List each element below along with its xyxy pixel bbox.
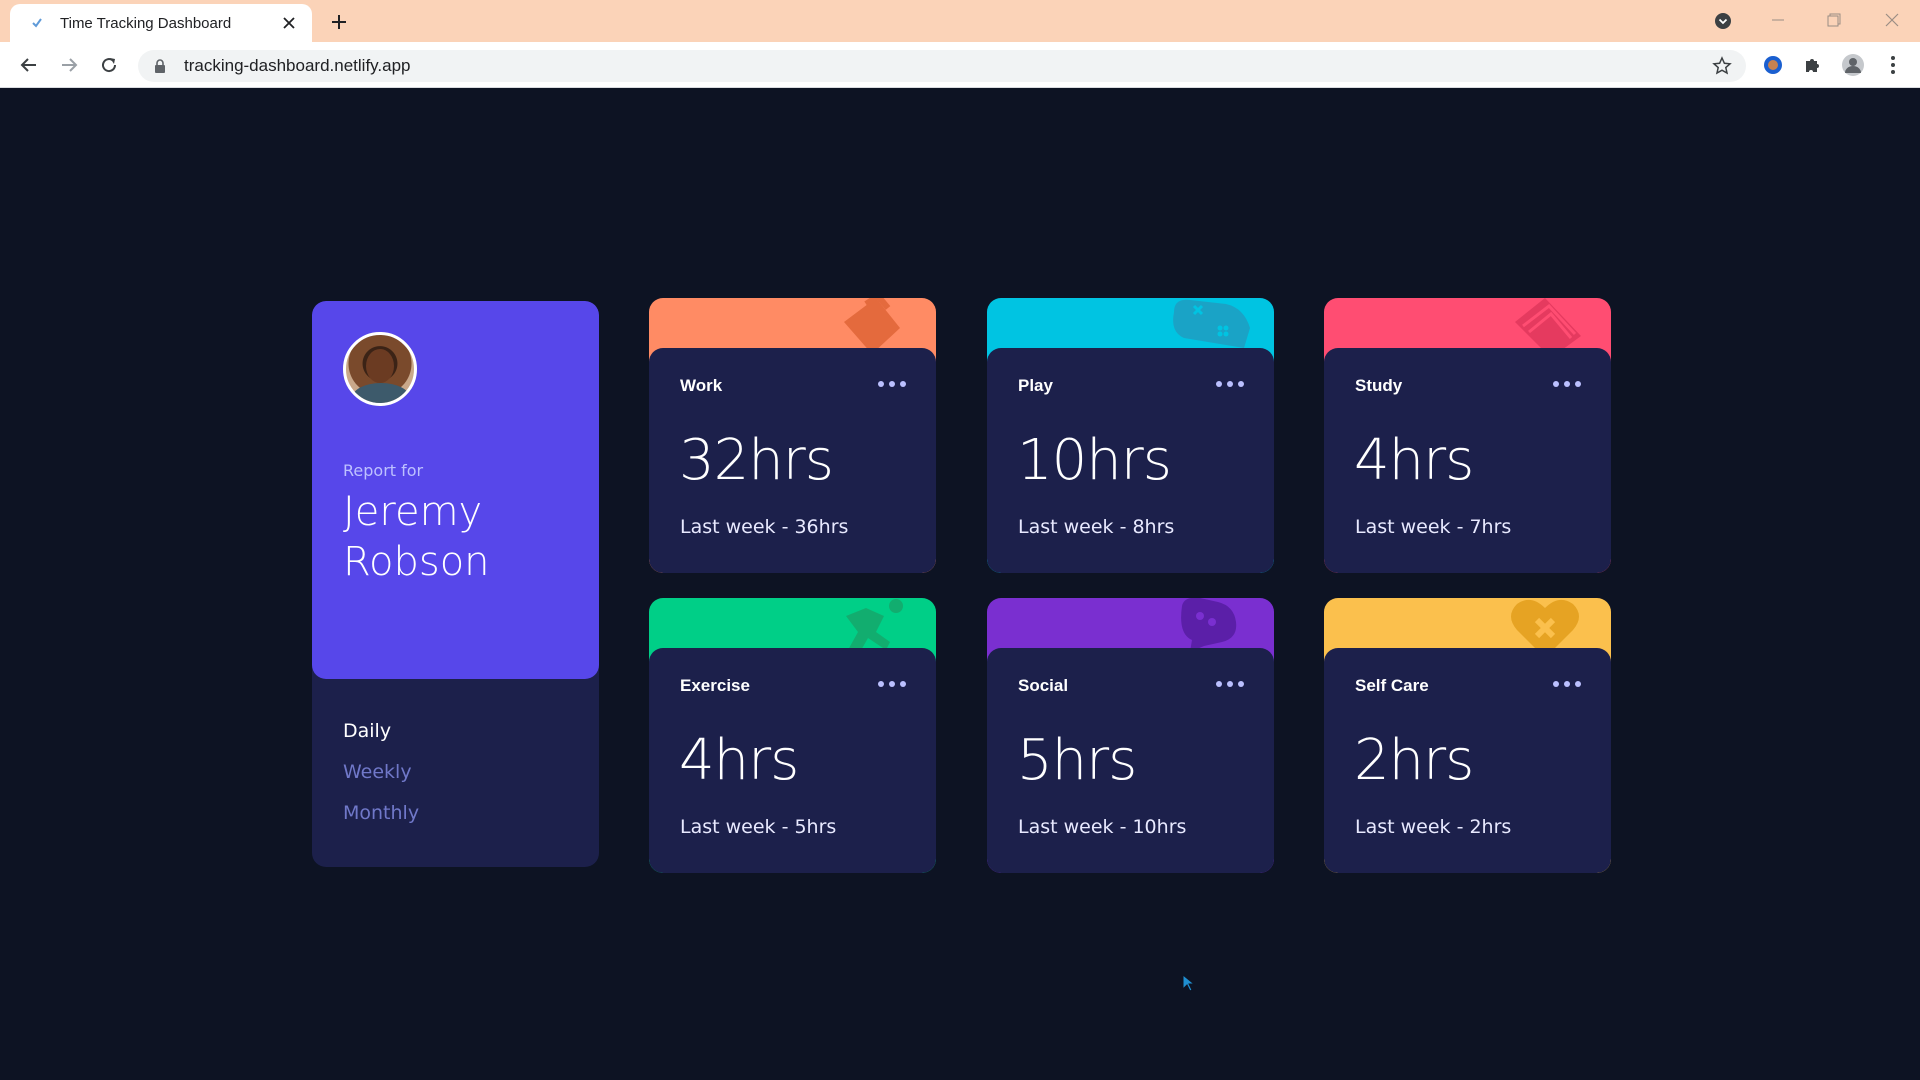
activity-title: Exercise	[680, 676, 750, 695]
activity-current-hours: 10hrs	[1017, 428, 1172, 493]
activity-previous-hours: Last week - 36hrs	[680, 516, 849, 538]
period-selector: Daily Weekly Monthly	[343, 711, 419, 834]
avatar-face	[366, 349, 394, 383]
activity-card-self-care: Self Care 2hrs Last week - 2hrs	[1324, 598, 1611, 873]
avatar-shirt	[352, 383, 410, 403]
extension-globe-icon[interactable]	[1760, 52, 1786, 78]
browser-tab-strip: Time Tracking Dashboard	[0, 0, 1920, 42]
more-options-icon[interactable]	[878, 674, 906, 694]
more-options-icon[interactable]	[1553, 374, 1581, 394]
reload-icon[interactable]	[95, 51, 123, 79]
close-tab-icon[interactable]	[278, 12, 300, 34]
activity-card-body: Social 5hrs Last week - 10hrs	[987, 648, 1274, 873]
browser-menu-icon[interactable]	[1880, 52, 1906, 78]
profile-card: Report for Jeremy Robson Daily Weekly Mo…	[312, 301, 599, 867]
activity-title: Work	[680, 376, 723, 395]
activity-title: Study	[1355, 376, 1403, 395]
more-options-icon[interactable]	[1553, 674, 1581, 694]
restore-icon[interactable]	[1814, 6, 1854, 34]
activity-title: Self Care	[1355, 676, 1429, 695]
forward-icon[interactable]	[55, 51, 83, 79]
period-weekly[interactable]: Weekly	[343, 752, 419, 793]
activity-current-hours: 5hrs	[1017, 728, 1137, 793]
more-options-icon[interactable]	[1216, 674, 1244, 694]
activity-previous-hours: Last week - 7hrs	[1355, 516, 1512, 538]
activity-previous-hours: Last week - 2hrs	[1355, 816, 1512, 838]
activity-title: Social	[1018, 676, 1069, 695]
activity-card-study: Study 4hrs Last week - 7hrs	[1324, 298, 1611, 573]
activity-card-body: Work 32hrs Last week - 36hrs	[649, 348, 936, 573]
lock-icon	[152, 58, 168, 74]
more-options-icon[interactable]	[1216, 374, 1244, 394]
tab-search-icon[interactable]	[1712, 10, 1734, 32]
dashboard-page: Report for Jeremy Robson Daily Weekly Mo…	[0, 89, 1920, 1080]
activity-current-hours: 4hrs	[1354, 428, 1474, 493]
activity-previous-hours: Last week - 8hrs	[1018, 516, 1175, 538]
url-text: tracking-dashboard.netlify.app	[184, 56, 411, 75]
activity-current-hours: 4hrs	[679, 728, 799, 793]
profile-avatar-icon[interactable]	[1840, 52, 1866, 78]
activity-previous-hours: Last week - 5hrs	[680, 816, 837, 838]
period-monthly[interactable]: Monthly	[343, 793, 419, 834]
minimize-icon[interactable]	[1758, 6, 1798, 34]
browser-tab[interactable]: Time Tracking Dashboard	[10, 4, 312, 42]
user-name: Jeremy Robson	[343, 489, 490, 585]
address-bar[interactable]: tracking-dashboard.netlify.app	[138, 50, 1746, 82]
more-options-icon[interactable]	[878, 374, 906, 394]
profile-header: Report for Jeremy Robson	[312, 301, 599, 679]
favicon-icon	[28, 14, 46, 32]
activity-previous-hours: Last week - 10hrs	[1018, 816, 1187, 838]
new-tab-icon[interactable]	[326, 9, 352, 35]
activity-card-work: Work 32hrs Last week - 36hrs	[649, 298, 936, 573]
activity-card-body: Study 4hrs Last week - 7hrs	[1324, 348, 1611, 573]
activity-card-body: Exercise 4hrs Last week - 5hrs	[649, 648, 936, 873]
activity-title: Play	[1018, 376, 1053, 395]
extensions-puzzle-icon[interactable]	[1800, 52, 1826, 78]
activity-card-body: Play 10hrs Last week - 8hrs	[987, 348, 1274, 573]
close-window-icon[interactable]	[1872, 6, 1912, 34]
bookmark-star-icon[interactable]	[1710, 54, 1734, 78]
activity-card-exercise: Exercise 4hrs Last week - 5hrs	[649, 598, 936, 873]
browser-toolbar: tracking-dashboard.netlify.app	[0, 42, 1920, 88]
back-icon[interactable]	[15, 51, 43, 79]
mouse-cursor-icon	[1182, 974, 1196, 992]
activity-card-play: Play 10hrs Last week - 8hrs	[987, 298, 1274, 573]
period-daily[interactable]: Daily	[343, 711, 419, 752]
activity-card-body: Self Care 2hrs Last week - 2hrs	[1324, 648, 1611, 873]
report-for-label: Report for	[343, 461, 424, 480]
activity-current-hours: 2hrs	[1354, 728, 1474, 793]
activity-card-social: Social 5hrs Last week - 10hrs	[987, 598, 1274, 873]
user-avatar	[343, 332, 417, 406]
activity-current-hours: 32hrs	[679, 428, 834, 493]
tab-title: Time Tracking Dashboard	[60, 14, 232, 32]
